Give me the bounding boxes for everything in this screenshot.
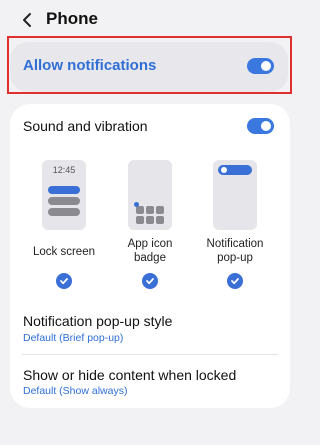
lock-screen-preview[interactable]: 12:45 — [42, 160, 86, 230]
app-icon — [136, 206, 144, 214]
check-icon — [146, 278, 154, 285]
locked-content-label: Show or hide content when locked — [23, 367, 237, 383]
popup-style-value: Default (Brief pop-up) — [23, 332, 124, 344]
app-icon — [146, 206, 154, 214]
popup-style-row[interactable]: Notification pop-up style Default (Brief… — [10, 304, 290, 352]
locked-content-value: Default (Show always) — [23, 385, 128, 397]
notification-popup-preview[interactable] — [213, 160, 257, 230]
lock-screen-label: Lock screen — [24, 245, 104, 259]
popup-style-label: Notification pop-up style — [23, 313, 173, 329]
check-icon — [231, 278, 239, 285]
chevron-left-icon — [23, 13, 31, 27]
app-icon — [156, 216, 164, 224]
notification-popup-checkbox[interactable] — [227, 273, 243, 289]
page-title: Phone — [46, 9, 98, 28]
app-icon — [156, 206, 164, 214]
allow-notifications-label: Allow notifications — [23, 57, 157, 74]
app-header: Phone — [0, 0, 300, 40]
app-icon-badge-label: App icon badge — [127, 238, 173, 264]
app-icon-badge-checkbox[interactable] — [142, 273, 158, 289]
popup-banner — [218, 165, 252, 175]
back-button[interactable] — [16, 8, 40, 32]
notification-bar — [48, 208, 80, 216]
notification-bar — [48, 186, 80, 194]
sound-vibration-label: Sound and vibration — [23, 118, 148, 134]
lock-screen-time: 12:45 — [52, 165, 76, 175]
notification-bar — [48, 197, 80, 205]
lock-screen-label-text: Lock screen — [32, 246, 95, 258]
notification-popup-label: Notification pop-up — [206, 238, 264, 264]
check-icon — [60, 278, 68, 285]
locked-content-row[interactable]: Show or hide content when locked Default… — [10, 358, 290, 404]
app-icon — [146, 216, 154, 224]
popup-banner-icon — [221, 167, 227, 173]
app-icon — [136, 216, 144, 224]
app-icon-badge-preview[interactable] — [128, 160, 172, 230]
badge-dot — [134, 202, 139, 207]
divider — [22, 354, 278, 355]
sound-vibration-toggle[interactable] — [247, 118, 274, 134]
lock-screen-checkbox[interactable] — [56, 273, 72, 289]
allow-notifications-toggle[interactable] — [247, 58, 274, 74]
